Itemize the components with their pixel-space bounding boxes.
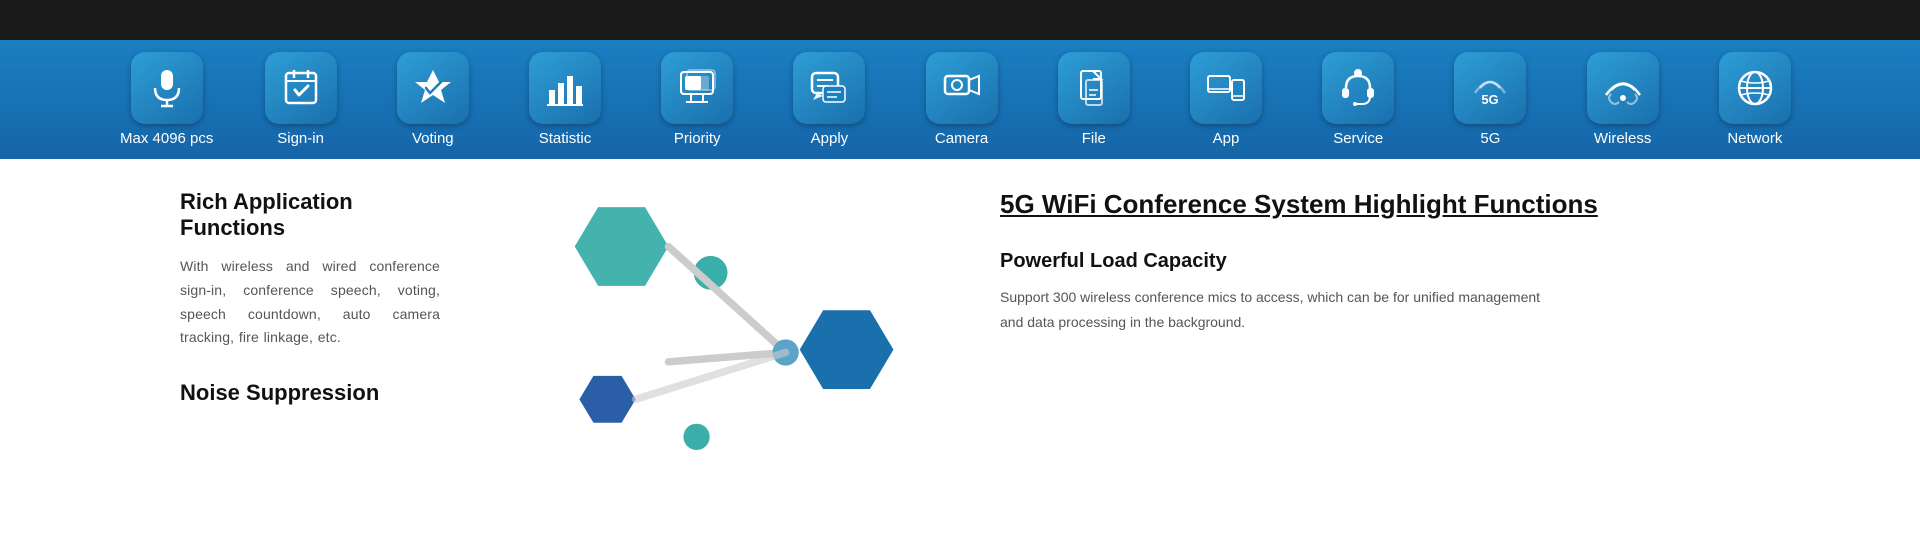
noise-suppression-title: Noise Suppression [180,380,440,406]
icon-box-5g: 5G [1454,52,1526,124]
icon-box-max4096 [131,52,203,124]
icon-box-voting [397,52,469,124]
icon-label-wireless: Wireless [1594,130,1652,147]
rich-application-body: With wireless and wired conference sign-… [180,255,440,350]
icon-label-service: Service [1333,130,1383,147]
icon-label-camera: Camera [935,130,988,147]
icon-label-app: App [1213,130,1240,147]
icon-box-wireless [1587,52,1659,124]
diagram-svg [500,179,940,479]
icon-label-priority: Priority [674,130,721,147]
icon-box-app [1190,52,1262,124]
camera-icon [942,68,982,108]
mic-icon [147,68,187,108]
top-black-bar [0,0,1920,40]
wireless-icon [1603,68,1643,108]
icon-label-apply: Apply [811,130,849,147]
powerful-load-body: Support 300 wireless conference mics to … [1000,285,1560,335]
priority-icon [677,68,717,108]
file-icon [1074,68,1114,108]
icon-box-statistic [529,52,601,124]
icon-item-statistic[interactable]: Statistic [520,52,610,147]
apply-icon [809,68,849,108]
icon-box-file [1058,52,1130,124]
icon-box-signin [265,52,337,124]
icon-label-network: Network [1727,130,1782,147]
network-icon [1735,68,1775,108]
rich-application-title: Rich Application Functions [180,189,440,241]
icon-item-wireless[interactable]: Wireless [1578,52,1668,147]
icon-label-max4096: Max 4096 pcs [120,130,213,147]
icon-item-network[interactable]: Network [1710,52,1800,147]
powerful-load-title: Powerful Load Capacity [1000,250,1840,273]
service-icon [1338,68,1378,108]
icon-box-service [1322,52,1394,124]
voting-icon [413,68,453,108]
icon-label-statistic: Statistic [539,130,592,147]
middle-diagram [500,159,940,484]
content-area: Rich Application Functions With wireless… [0,159,1920,484]
icon-item-camera[interactable]: Camera [917,52,1007,147]
icon-label-voting: Voting [412,130,454,147]
icon-box-apply [793,52,865,124]
signin-icon [281,68,321,108]
icon-box-priority [661,52,733,124]
icon-item-app[interactable]: App [1181,52,1271,147]
icon-item-voting[interactable]: Voting [388,52,478,147]
icon-box-network [1719,52,1791,124]
icon-item-priority[interactable]: Priority [652,52,742,147]
svg-text:5G: 5G [1482,92,1499,107]
icon-item-5g[interactable]: 5G 5G [1445,52,1535,147]
icon-box-camera [926,52,998,124]
icon-label-signin: Sign-in [277,130,324,147]
icon-item-service[interactable]: Service [1313,52,1403,147]
icon-item-signin[interactable]: Sign-in [256,52,346,147]
left-section: Rich Application Functions With wireless… [0,159,500,484]
5g-icon: 5G [1470,68,1510,108]
highlight-functions-title: 5G WiFi Conference System Highlight Func… [1000,189,1840,220]
icon-item-file[interactable]: File [1049,52,1139,147]
app-icon [1206,68,1246,108]
icon-item-apply[interactable]: Apply [784,52,874,147]
icon-item-max4096[interactable]: Max 4096 pcs [120,52,213,147]
icon-bar: Max 4096 pcs Sign-in Voting [0,40,1920,159]
statistic-icon [545,68,585,108]
icon-label-5g: 5G [1480,130,1500,147]
right-section: 5G WiFi Conference System Highlight Func… [940,159,1920,484]
icon-label-file: File [1082,130,1106,147]
